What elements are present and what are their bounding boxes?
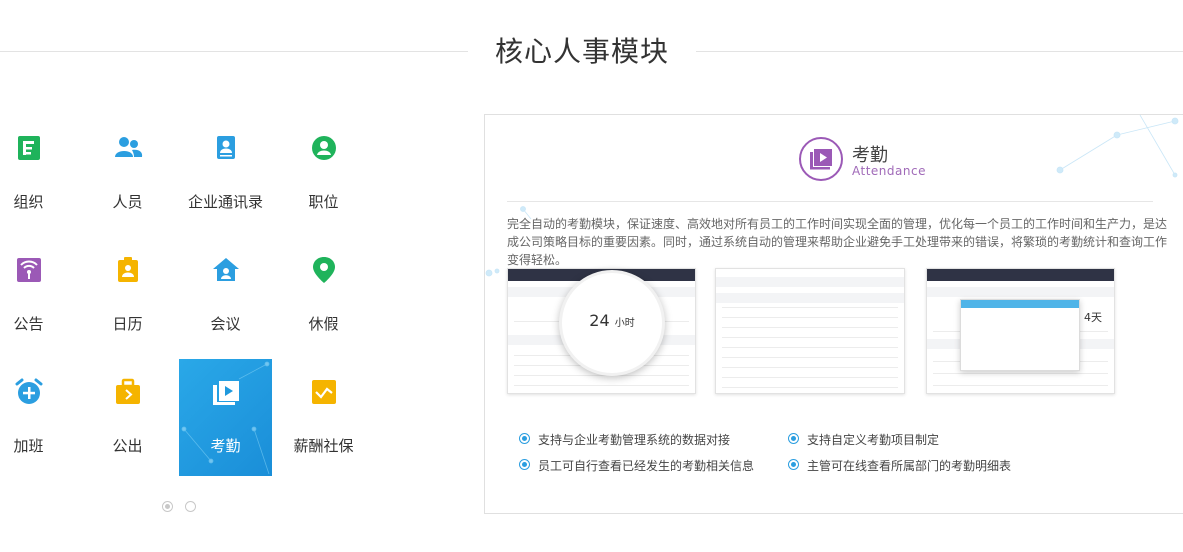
module-label: 休假 bbox=[308, 315, 339, 333]
pagination-dot-2[interactable] bbox=[185, 501, 196, 512]
detail-subtitle: Attendance bbox=[852, 164, 926, 178]
module-label: 会议 bbox=[210, 315, 241, 333]
section-title: 核心人事模块 bbox=[494, 35, 669, 68]
screenshot-days-value: 4天 bbox=[1084, 311, 1102, 324]
magnifier-callout: 24 小时 bbox=[559, 270, 665, 376]
feature-item: 主管可在线查看所属部门的考勤明细表 bbox=[788, 457, 1011, 474]
heading-divider-right bbox=[696, 51, 1183, 52]
detail-description: 完全自动的考勤模块，保证速度、高效地对所有员工的工作时间实现全面的管理，优化每一… bbox=[507, 217, 1168, 267]
attendance-icon bbox=[810, 149, 832, 170]
feature-item: 支持与企业考勤管理系统的数据对接 bbox=[519, 431, 730, 448]
calendar-icon bbox=[117, 257, 138, 282]
people-icon bbox=[114, 137, 142, 157]
feature-item: 支持自定义考勤项目制定 bbox=[788, 431, 939, 448]
attendance-icon bbox=[212, 381, 239, 405]
pagination-dot-1[interactable] bbox=[162, 501, 173, 512]
org-icon bbox=[17, 136, 40, 160]
module-payroll[interactable]: 薪酬社保 bbox=[277, 359, 370, 476]
module-announcement[interactable]: 公告 bbox=[0, 237, 75, 354]
module-org[interactable]: 组织 bbox=[0, 115, 75, 232]
module-label: 考勤 bbox=[210, 437, 241, 455]
screenshot-table bbox=[715, 268, 905, 394]
contacts-icon bbox=[216, 136, 235, 159]
bullet-icon bbox=[519, 459, 530, 470]
module-contacts[interactable]: 企业通讯录 bbox=[179, 115, 272, 232]
module-business-trip[interactable]: 公出 bbox=[81, 359, 174, 476]
heading-divider-left bbox=[0, 51, 468, 52]
detail-divider bbox=[507, 201, 1153, 202]
module-label: 组织 bbox=[13, 193, 44, 211]
carousel-pagination bbox=[162, 497, 208, 516]
module-label: 加班 bbox=[13, 437, 44, 455]
bullet-icon bbox=[788, 433, 799, 444]
module-calendar[interactable]: 日历 bbox=[81, 237, 174, 354]
page: 核心人事模块 组织 人员 企业通讯录 职位 公告 日历 会议 休假 加班 公出 … bbox=[0, 0, 1183, 552]
module-leave[interactable]: 休假 bbox=[277, 237, 370, 354]
module-position[interactable]: 职位 bbox=[277, 115, 370, 232]
module-label: 企业通讯录 bbox=[187, 193, 263, 211]
module-label: 人员 bbox=[112, 193, 143, 211]
magnifier-value: 24 小时 bbox=[589, 311, 635, 330]
attendance-detail-panel: 考勤 Attendance 完全自动的考勤模块，保证速度、高效地对所有员工的工作… bbox=[484, 114, 1183, 514]
screenshot-detail-dialog: 4天 bbox=[926, 268, 1115, 394]
module-label: 薪酬社保 bbox=[293, 437, 354, 455]
payroll-icon bbox=[311, 380, 336, 404]
module-label: 公告 bbox=[13, 315, 44, 333]
module-label: 日历 bbox=[112, 315, 143, 333]
position-icon bbox=[311, 136, 336, 160]
module-meeting[interactable]: 会议 bbox=[179, 237, 272, 354]
module-label: 公出 bbox=[112, 437, 143, 455]
leave-icon bbox=[312, 257, 335, 283]
overtime-icon bbox=[15, 378, 42, 404]
module-label: 职位 bbox=[308, 193, 339, 211]
business-trip-icon bbox=[115, 378, 140, 404]
bullet-icon bbox=[519, 433, 530, 444]
module-people[interactable]: 人员 bbox=[81, 115, 174, 232]
module-overtime[interactable]: 加班 bbox=[0, 359, 75, 476]
module-attendance[interactable]: 考勤 bbox=[179, 359, 272, 476]
screenshot-overlay bbox=[960, 299, 1080, 371]
feature-item: 员工可自行查看已经发生的考勤相关信息 bbox=[519, 457, 754, 474]
meeting-icon bbox=[212, 258, 239, 281]
bullet-icon bbox=[788, 459, 799, 470]
attendance-badge bbox=[799, 137, 843, 181]
announcement-icon bbox=[16, 258, 41, 282]
